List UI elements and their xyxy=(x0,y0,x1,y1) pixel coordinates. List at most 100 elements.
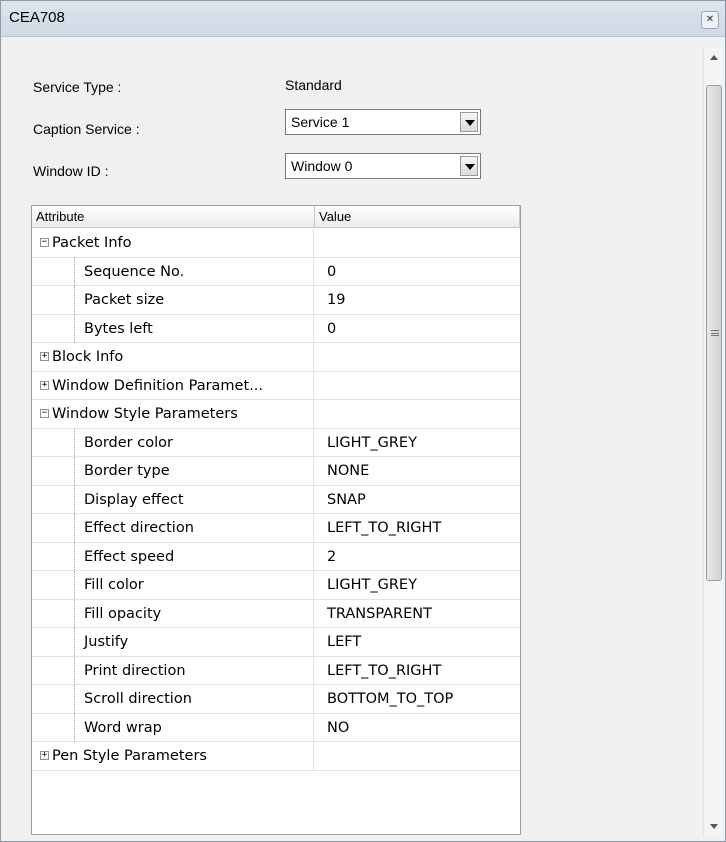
attribute-cell: Border color xyxy=(32,428,314,456)
grid-property-row[interactable]: Justify LEFT xyxy=(32,628,520,657)
grid-property-row[interactable]: Border color LIGHT_GREY xyxy=(32,428,520,457)
service-type-label: Service Type : xyxy=(33,79,122,95)
value-cell: 2 xyxy=(327,548,337,565)
tree-connector xyxy=(74,599,75,627)
tree-connector xyxy=(74,457,75,485)
caption-service-select[interactable]: Service 1 xyxy=(285,109,481,135)
scroll-down-icon[interactable] xyxy=(704,817,724,835)
attribute-cell: + Window Definition Paramet... xyxy=(32,371,314,399)
value-cell: LEFT_TO_RIGHT xyxy=(327,662,442,679)
value-cell: SNAP xyxy=(327,491,366,508)
value-cell: LEFT xyxy=(327,634,362,650)
grid-property-row[interactable]: Sequence No. 0 xyxy=(32,257,520,286)
property-label: Sequence No. xyxy=(84,263,185,280)
chevron-down-icon[interactable] xyxy=(460,156,478,176)
attribute-cell: Print direction xyxy=(32,656,314,684)
attribute-cell: Word wrap xyxy=(32,713,314,741)
grid-property-row[interactable]: Scroll direction BOTTOM_TO_TOP xyxy=(32,685,520,714)
grid-property-row[interactable]: Fill opacity TRANSPARENT xyxy=(32,599,520,628)
attribute-cell: Fill opacity xyxy=(32,599,314,627)
close-icon: ✕ xyxy=(705,14,715,25)
property-label: Scroll direction xyxy=(84,691,192,707)
attribute-cell: + Pen Style Parameters xyxy=(32,742,314,770)
tree-connector xyxy=(74,286,75,314)
value-cell: LEFT_TO_RIGHT xyxy=(327,520,442,536)
chevron-down-icon[interactable] xyxy=(460,112,478,132)
grid-category-row[interactable]: + Block Info xyxy=(32,343,520,372)
grid-property-row[interactable]: Effect speed 2 xyxy=(32,542,520,571)
grid-property-row[interactable]: Word wrap NO xyxy=(32,713,520,742)
tree-connector xyxy=(74,713,75,741)
close-button[interactable]: ✕ xyxy=(701,11,719,29)
grid-category-row[interactable]: + Window Definition Paramet... xyxy=(32,371,520,400)
value-cell: 19 xyxy=(327,292,346,308)
value-cell: NONE xyxy=(327,463,370,479)
window-id-select[interactable]: Window 0 xyxy=(285,153,481,179)
cea708-dialog: CEA708 ✕ Service Type : Standard Caption… xyxy=(0,0,726,842)
grid-property-row[interactable]: Packet size 19 xyxy=(32,286,520,315)
attribute-cell: Border type xyxy=(32,457,314,485)
collapse-icon[interactable]: − xyxy=(40,409,49,418)
attribute-cell: Bytes left xyxy=(32,314,314,342)
caption-service-selected: Service 1 xyxy=(291,114,350,130)
grid-property-row[interactable]: Effect direction LEFT_TO_RIGHT xyxy=(32,514,520,543)
attribute-cell: Fill color xyxy=(32,571,314,599)
attribute-cell: Effect speed xyxy=(32,542,314,570)
tree-connector xyxy=(74,571,75,599)
tree-connector xyxy=(74,485,75,513)
tree-connector xyxy=(74,542,75,570)
tree-connector xyxy=(74,428,75,456)
grid-rows: − Packet Info Sequence No. 0 Packet size 19 By… xyxy=(32,229,520,771)
tree-connector xyxy=(74,514,75,542)
property-label: Word wrap xyxy=(84,719,162,736)
property-label: Effect speed xyxy=(84,548,175,565)
column-header-attribute[interactable]: Attribute xyxy=(32,206,315,228)
content-panel: Service Type : Standard Caption Service … xyxy=(19,47,697,837)
category-label: Block Info xyxy=(52,349,124,365)
value-cell: 0 xyxy=(327,320,337,337)
tree-connector xyxy=(74,685,75,713)
grid-category-row[interactable]: − Window Style Parameters xyxy=(32,400,520,429)
grid-property-row[interactable]: Bytes left 0 xyxy=(32,314,520,343)
collapse-icon[interactable]: − xyxy=(40,238,49,247)
window-id-label: Window ID : xyxy=(33,163,109,179)
grid-header: Attribute Value xyxy=(32,206,520,228)
value-cell: LIGHT_GREY xyxy=(327,434,417,451)
expand-icon[interactable]: + xyxy=(40,352,49,361)
attribute-cell: + Block Info xyxy=(32,343,314,371)
attribute-cell: Packet size xyxy=(32,286,314,314)
value-cell: BOTTOM_TO_TOP xyxy=(327,691,454,707)
value-cell: TRANSPARENT xyxy=(327,605,432,622)
attribute-cell: Effect direction xyxy=(32,514,314,542)
property-label: Packet size xyxy=(84,292,165,308)
value-cell xyxy=(315,742,520,770)
scroll-up-icon[interactable] xyxy=(704,49,724,67)
category-label: Window Definition Paramet... xyxy=(52,377,263,394)
grid-category-row[interactable]: + Pen Style Parameters xyxy=(32,742,520,771)
grid-category-row[interactable]: − Packet Info xyxy=(32,229,520,258)
scrollbar-thumb[interactable] xyxy=(706,85,722,581)
value-cell: 0 xyxy=(327,263,337,280)
property-label: Border color xyxy=(84,434,173,451)
value-cell xyxy=(315,372,520,400)
window-id-selected: Window 0 xyxy=(291,158,353,174)
property-label: Border type xyxy=(84,463,170,479)
column-header-value[interactable]: Value xyxy=(315,206,520,228)
property-label: Fill opacity xyxy=(84,605,162,622)
grid-property-row[interactable]: Fill color LIGHT_GREY xyxy=(32,571,520,600)
tree-connector xyxy=(74,314,75,342)
value-cell xyxy=(315,400,520,428)
expand-icon[interactable]: + xyxy=(40,751,49,760)
window-title: CEA708 xyxy=(9,9,65,26)
attribute-cell: Display effect xyxy=(32,485,314,513)
grid-property-row[interactable]: Border type NONE xyxy=(32,457,520,486)
vertical-scrollbar[interactable] xyxy=(703,47,723,837)
expand-icon[interactable]: + xyxy=(40,380,49,390)
tree-connector xyxy=(74,656,75,684)
caption-service-label: Caption Service : xyxy=(33,121,140,137)
grid-property-row[interactable]: Display effect SNAP xyxy=(32,485,520,514)
property-label: Fill color xyxy=(84,577,144,593)
property-label: Print direction xyxy=(84,662,186,679)
grid-property-row[interactable]: Print direction LEFT_TO_RIGHT xyxy=(32,656,520,685)
attribute-cell: − Packet Info xyxy=(32,229,314,257)
